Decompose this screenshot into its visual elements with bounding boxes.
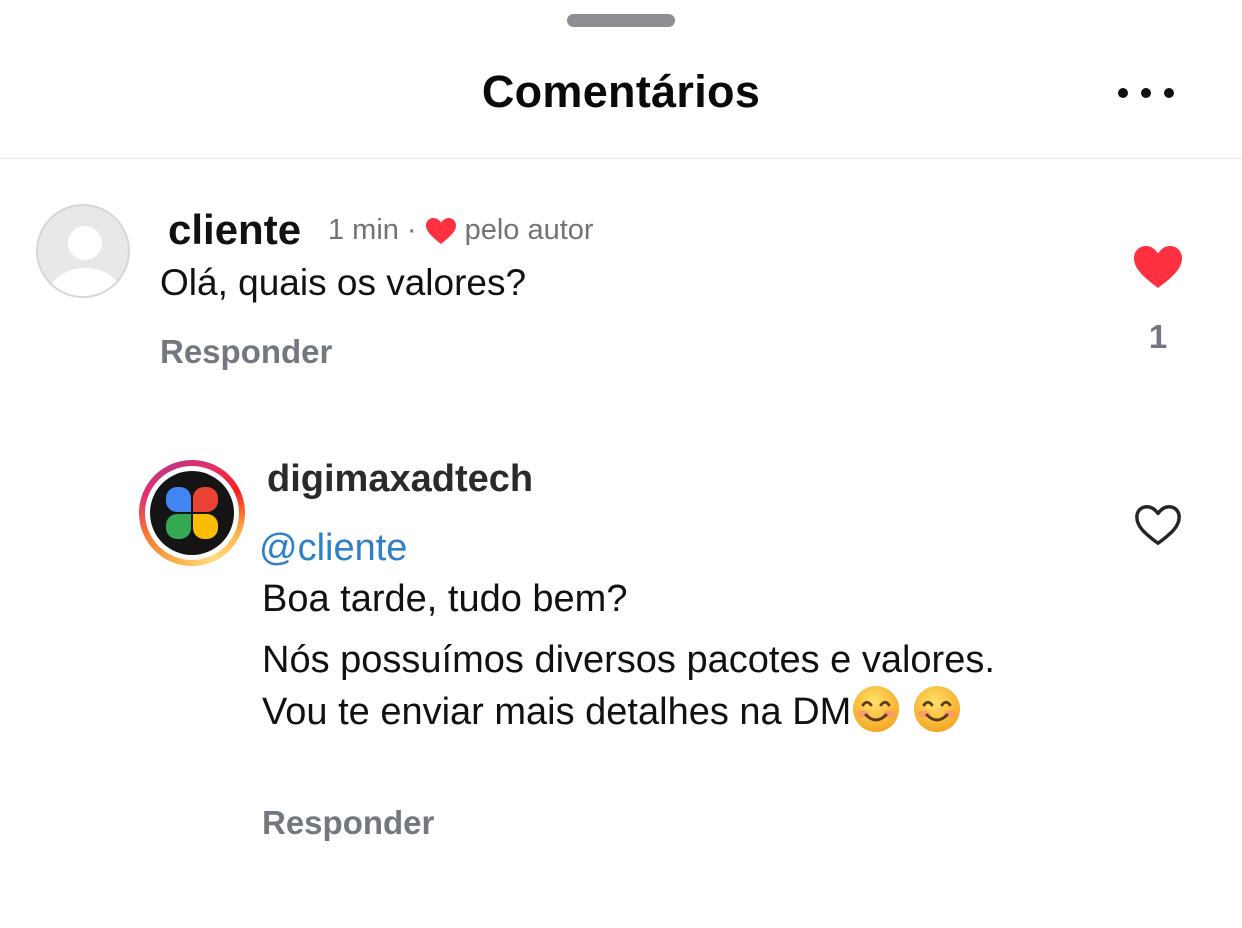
comment-text: Olá, quais os valores? (160, 262, 527, 303)
liked-by-author-label: pelo autor (464, 214, 594, 246)
heart-outline-icon[interactable] (1133, 502, 1183, 548)
reply-button[interactable]: Responder (262, 804, 434, 842)
smiling-face-emoji-icon (913, 686, 960, 732)
meta-separator: · (406, 214, 417, 246)
comment-text-line: Boa tarde, tudo bem? (262, 578, 628, 620)
comment-text-body: Nós possuímos diversos pacotes e valores… (262, 636, 1052, 736)
digimaxadtech-logo (150, 471, 234, 555)
comment-username[interactable]: cliente (168, 206, 301, 254)
heart-filled-icon (425, 217, 456, 244)
mention-link[interactable]: @cliente (259, 527, 407, 570)
more-dot (1164, 88, 1174, 98)
page-title: Comentários (481, 66, 761, 117)
sheet-grabber[interactable] (567, 14, 675, 27)
heart-filled-icon[interactable] (1132, 244, 1184, 290)
comments-sheet: Comentários cliente 1 min · pelo autor O… (0, 0, 1242, 928)
more-dot (1141, 88, 1151, 98)
more-horizontal-icon (1118, 88, 1128, 98)
story-ring-avatar[interactable] (139, 460, 245, 566)
smiling-face-emoji-icon (853, 686, 900, 732)
reply-button[interactable]: Responder (160, 333, 332, 371)
comment-time: 1 min (328, 214, 399, 246)
comment-username[interactable]: digimaxadtech (267, 458, 533, 501)
like-count[interactable]: 1 (1130, 318, 1186, 356)
person-silhouette-icon (49, 226, 121, 296)
header-divider (0, 158, 1242, 159)
comment-meta: 1 min · pelo autor (328, 214, 594, 247)
more-options-button[interactable] (1118, 80, 1174, 106)
four-petal-logo-icon (166, 487, 218, 539)
default-avatar-icon[interactable] (36, 204, 130, 298)
